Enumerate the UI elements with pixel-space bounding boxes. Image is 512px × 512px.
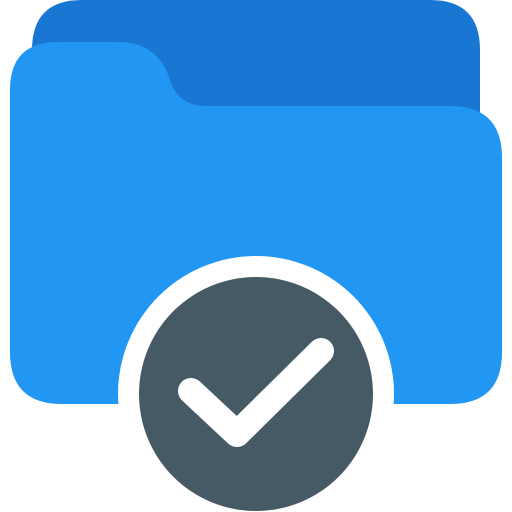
folder-check-icon bbox=[10, 0, 502, 512]
folder-check-icon-canvas bbox=[0, 0, 512, 512]
badge-circle bbox=[139, 277, 373, 511]
